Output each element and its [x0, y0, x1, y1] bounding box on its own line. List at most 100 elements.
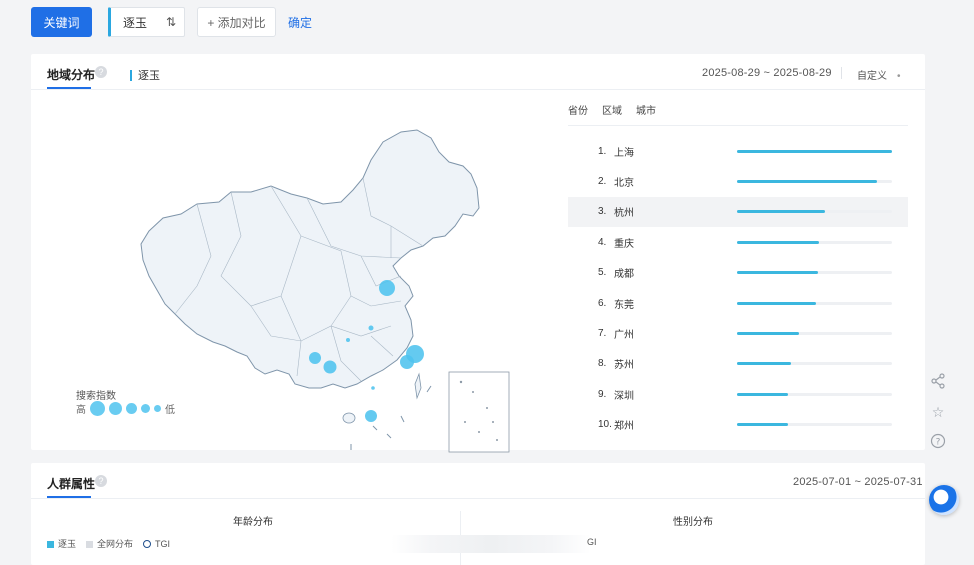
legend-low-label: 低: [165, 405, 175, 416]
svg-text:?: ?: [936, 438, 941, 448]
ranking-row[interactable]: 1. 上海: [568, 136, 908, 166]
legend-tgi-label: TGI: [155, 538, 171, 549]
star-icon[interactable]: ☆: [929, 403, 947, 421]
rank-city-name: 苏州: [614, 360, 634, 372]
rank-bar-fill: [737, 362, 792, 366]
bubble-hangzhou: [400, 355, 414, 369]
ranking-row[interactable]: 2. 北京: [568, 166, 908, 196]
rank-city-name: 东莞: [614, 299, 634, 311]
legend-keyword-label: 逐玉: [58, 539, 77, 549]
rank-bar-track: [737, 301, 892, 305]
rank-number: 9.: [598, 388, 607, 400]
add-compare-button[interactable]: + 添加对比: [197, 7, 276, 37]
rank-number: 7.: [598, 328, 607, 340]
assistant-logo-icon[interactable]: [929, 485, 959, 515]
rank-city-name: 成都: [614, 269, 634, 281]
legend-tgi[interactable]: TGI: [143, 539, 170, 549]
ranking-row[interactable]: 5. 成都: [568, 258, 908, 288]
legend-bubble-5: [154, 405, 161, 412]
tab-region[interactable]: 区域: [602, 102, 622, 117]
card-header: 人群属性 ? 2025-07-01 ~ 2025-07-31: [31, 463, 925, 499]
gender-distribution-title: 性别分布: [673, 517, 713, 528]
city-ranking-list: 1. 上海 2. 北京 3. 杭州 4. 重庆 5. 成都 6. 东莞 7. 广州 8. 苏州 9. 深圳 10. 郑…: [568, 136, 908, 440]
rank-number: 4.: [598, 236, 607, 248]
rank-bar-track: [737, 210, 892, 214]
tab-province[interactable]: 省份: [568, 102, 588, 117]
legend-all-network-swatch: [86, 540, 94, 548]
ranking-row[interactable]: 9. 深圳: [568, 379, 908, 409]
rank-city-name: 上海: [614, 147, 634, 159]
region-distribution-card: 地域分布 ? 逐玉 2025-08-29 ~ 2025-08-29 自定义 •: [31, 54, 925, 453]
ranking-row[interactable]: 3. 杭州: [568, 196, 908, 228]
rank-bar-track: [737, 180, 892, 184]
date-range[interactable]: 2025-07-01 ~ 2025-07-31: [793, 476, 923, 488]
map-legend: 高 低: [76, 401, 175, 416]
ranking-tabs: 省份 区域 城市: [568, 102, 656, 117]
rank-city-name: 郑州: [614, 421, 634, 433]
rank-bar-fill: [737, 240, 820, 244]
card-title[interactable]: 地域分布: [47, 66, 95, 83]
ranking-row[interactable]: 6. 东莞: [568, 288, 908, 318]
confirm-link[interactable]: 确定: [288, 14, 312, 31]
taiwan-island: [414, 372, 422, 400]
help-icon[interactable]: ?: [95, 66, 107, 78]
rank-bar-track: [737, 332, 892, 336]
rank-bar-track: [737, 271, 892, 275]
gender-tgi-label: GI: [587, 537, 597, 547]
legend-bubble-4: [141, 404, 150, 413]
legend-keyword-swatch: [47, 540, 54, 548]
blurred-overlay: [391, 535, 591, 553]
ranking-row[interactable]: 10. 郑州: [568, 410, 908, 440]
bubble-xian: [346, 338, 350, 342]
bubble-beijing: [379, 280, 395, 296]
south-sea-dashes: [350, 385, 432, 450]
legend-high-label: 高: [76, 405, 86, 416]
rank-bar-track: [737, 362, 892, 366]
ranking-row[interactable]: 7. 广州: [568, 318, 908, 348]
ranking-row[interactable]: 4. 重庆: [568, 227, 908, 257]
rank-bar-fill: [737, 271, 818, 275]
age-distribution-title: 年龄分布: [233, 517, 273, 528]
keyword-value: 逐玉: [123, 15, 148, 30]
legend-all-network[interactable]: 全网分布: [86, 537, 133, 550]
rank-bar-fill: [737, 423, 789, 427]
side-toolbar: ☆ ?: [929, 373, 951, 463]
keyword-button[interactable]: 关键词: [31, 7, 92, 37]
rank-city-name: 杭州: [614, 208, 634, 220]
rank-bar-fill: [737, 392, 789, 396]
divider: [841, 67, 842, 79]
legend-keyword[interactable]: 逐玉: [47, 537, 76, 550]
map-legend-title: 搜索指数: [76, 391, 116, 402]
rank-bar-fill: [737, 149, 892, 153]
tab-city[interactable]: 城市: [636, 102, 656, 117]
rank-number: 10.: [598, 419, 612, 431]
rank-bar-track: [737, 392, 892, 396]
active-tab-underline: [47, 496, 91, 498]
keyword-legend-label: 逐玉: [138, 70, 160, 82]
ranking-row[interactable]: 8. 苏州: [568, 349, 908, 379]
bubble-chongqing: [323, 360, 337, 374]
keyword-chip[interactable]: 逐玉 ⇅: [108, 7, 185, 37]
legend-bubble-3: [126, 403, 137, 414]
legend-bubble-2: [109, 402, 122, 415]
custom-date-select[interactable]: 自定义 •: [857, 67, 901, 82]
sort-icon[interactable]: ⇅: [166, 15, 176, 29]
rank-bar-track: [737, 149, 892, 153]
rank-bar-track: [737, 423, 892, 427]
card-title[interactable]: 人群属性: [47, 475, 95, 492]
ranking-divider: [568, 125, 908, 126]
rank-city-name: 重庆: [614, 238, 634, 250]
bubble-chengdu: [309, 352, 321, 364]
card-header: 地域分布 ? 逐玉 2025-08-29 ~ 2025-08-29 自定义 •: [31, 54, 925, 90]
date-range[interactable]: 2025-08-29 ~ 2025-08-29: [702, 67, 832, 79]
rank-bar-fill: [737, 301, 817, 305]
share-icon[interactable]: [929, 373, 947, 391]
hainan-island: [342, 412, 356, 424]
active-tab-underline: [47, 87, 91, 89]
rank-number: 8.: [598, 358, 607, 370]
legend-bubble-1: [90, 401, 105, 416]
help-icon[interactable]: ?: [95, 475, 107, 487]
rank-number: 1.: [598, 145, 607, 157]
help-circle-icon[interactable]: ?: [929, 433, 947, 451]
rank-number: 5.: [598, 267, 607, 279]
